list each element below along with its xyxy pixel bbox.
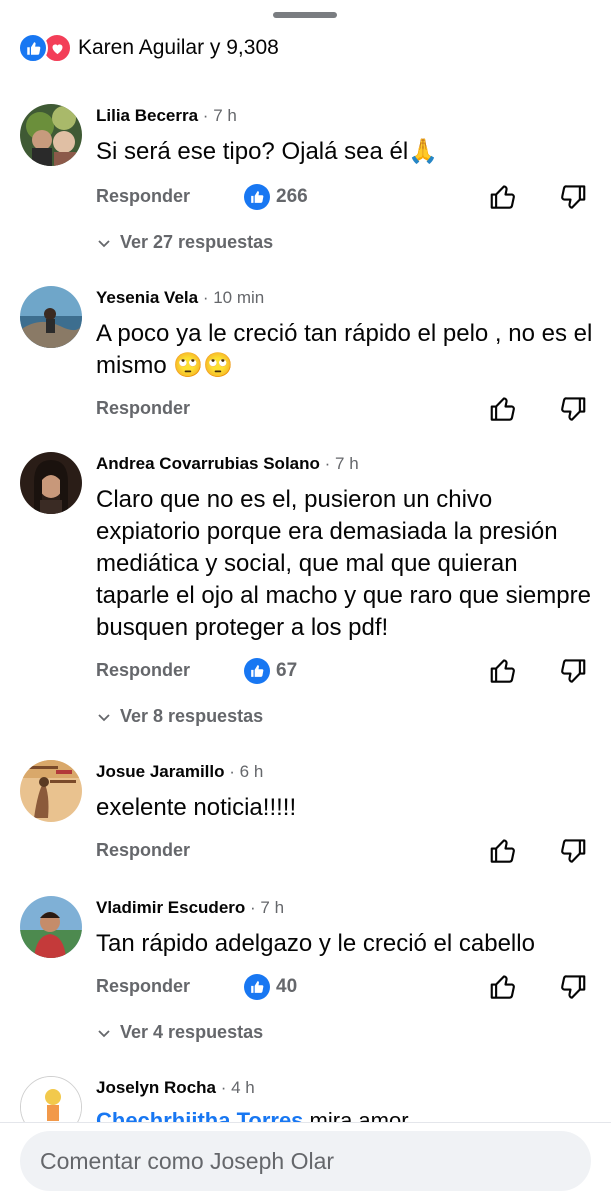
comment-time: 7 h bbox=[213, 106, 237, 125]
meta-separator: · bbox=[202, 106, 214, 125]
comment-input-placeholder: Comentar como Joseph Olar bbox=[40, 1147, 335, 1174]
comment-header: Andrea Covarrubias Solano · 7 h bbox=[96, 454, 359, 474]
comment-author[interactable]: Vladimir Escudero bbox=[96, 898, 245, 917]
like-icon bbox=[244, 658, 270, 684]
comment-author[interactable]: Lilia Becerra bbox=[96, 106, 198, 125]
comment-header: Yesenia Vela · 10 min bbox=[96, 288, 264, 308]
thumbs-down-icon[interactable] bbox=[558, 836, 588, 866]
reply-button[interactable]: Responder bbox=[96, 398, 190, 419]
thumbs-down-icon[interactable] bbox=[558, 182, 588, 212]
like-count[interactable]: 67 bbox=[244, 658, 297, 684]
thumbs-down-icon[interactable] bbox=[558, 656, 588, 686]
like-count[interactable]: 266 bbox=[244, 184, 308, 210]
comment-text: exelente noticia!!!!! bbox=[96, 794, 297, 821]
comment-text: Si será ese tipo? Ojalá sea él🙏 bbox=[96, 138, 439, 165]
like-count-number: 40 bbox=[276, 976, 298, 997]
comment-actions: Responder 266 bbox=[96, 184, 596, 214]
like-icon bbox=[18, 33, 48, 63]
comment-header: Josue Jaramillo · 6 h bbox=[96, 762, 263, 782]
view-replies-label: Ver 4 respuestas bbox=[120, 1022, 264, 1042]
comment-header: Lilia Becerra · 7 h bbox=[96, 106, 237, 126]
comment-time: 4 h bbox=[231, 1078, 255, 1097]
comment-time: 7 h bbox=[260, 898, 285, 917]
comment-actions: Responder bbox=[96, 396, 596, 426]
meta-separator: · bbox=[202, 288, 214, 307]
chevron-down-icon bbox=[98, 239, 110, 247]
meta-separator: · bbox=[250, 898, 261, 917]
comment-actions: Responder 67 bbox=[96, 658, 596, 688]
reactions-summary[interactable]: Karen Aguilar y 9,308 bbox=[18, 32, 279, 64]
thumbs-up-icon[interactable] bbox=[488, 394, 518, 424]
thumbs-up-icon[interactable] bbox=[488, 836, 518, 866]
comment-time: 6 h bbox=[239, 762, 264, 781]
reply-button[interactable]: Responder bbox=[96, 186, 190, 207]
meta-separator: · bbox=[220, 1078, 232, 1097]
comment-time: 7 h bbox=[335, 454, 359, 473]
comment-actions: Responder 40 bbox=[96, 974, 596, 1004]
comment-author[interactable]: Yesenia Vela bbox=[96, 288, 198, 307]
like-icon bbox=[244, 974, 270, 1000]
comment-text: A poco ya le creció tan rápido el pelo ,… bbox=[96, 320, 593, 379]
view-replies-link[interactable]: Ver 8 respuestas bbox=[96, 706, 263, 727]
comments-sheet: Karen Aguilar y 9,308 Lilia Becerra · 7 … bbox=[0, 0, 611, 1200]
like-count-number: 266 bbox=[276, 186, 308, 207]
comment-header: Vladimir Escudero · 7 h bbox=[96, 898, 284, 918]
avatar[interactable] bbox=[20, 760, 82, 822]
thumbs-up-icon[interactable] bbox=[488, 972, 518, 1002]
comment-author[interactable]: Joselyn Rocha bbox=[96, 1078, 216, 1097]
comment-composer-bar: Comentar como Joseph Olar bbox=[0, 1122, 611, 1200]
comment-text: Claro que no es el, pusieron un chivo ex… bbox=[96, 486, 591, 641]
avatar[interactable] bbox=[20, 104, 82, 166]
view-replies-link[interactable]: Ver 4 respuestas bbox=[96, 1022, 263, 1043]
reply-button[interactable]: Responder bbox=[96, 660, 190, 681]
comment-header: Joselyn Rocha · 4 h bbox=[96, 1078, 255, 1098]
avatar[interactable] bbox=[20, 896, 82, 958]
like-icon bbox=[244, 184, 270, 210]
comment-actions: Responder bbox=[96, 838, 596, 868]
sheet-drag-handle[interactable] bbox=[273, 12, 337, 18]
thumbs-down-icon[interactable] bbox=[558, 972, 588, 1002]
meta-separator: · bbox=[229, 762, 240, 781]
thumbs-up-icon[interactable] bbox=[488, 656, 518, 686]
view-replies-label: Ver 8 respuestas bbox=[120, 706, 264, 726]
avatar[interactable] bbox=[20, 286, 82, 348]
comment-author[interactable]: Andrea Covarrubias Solano bbox=[96, 454, 320, 473]
view-replies-link[interactable]: Ver 27 respuestas bbox=[96, 232, 273, 253]
like-count-number: 67 bbox=[276, 660, 298, 681]
reply-button[interactable]: Responder bbox=[96, 840, 190, 861]
thumbs-down-icon[interactable] bbox=[558, 394, 588, 424]
like-count[interactable]: 40 bbox=[244, 974, 297, 1000]
reply-button[interactable]: Responder bbox=[96, 976, 190, 997]
avatar[interactable] bbox=[20, 452, 82, 514]
comment-text: Tan rápido adelgazo y le creció el cabel… bbox=[96, 930, 535, 957]
comment-input[interactable]: Comentar como Joseph Olar bbox=[20, 1131, 591, 1191]
meta-separator: · bbox=[324, 454, 336, 473]
view-replies-label: Ver 27 respuestas bbox=[120, 232, 274, 252]
chevron-down-icon bbox=[98, 713, 110, 721]
chevron-down-icon bbox=[98, 1029, 110, 1037]
comment-author[interactable]: Josue Jaramillo bbox=[96, 762, 225, 781]
comment-time: 10 min bbox=[213, 288, 265, 307]
thumbs-up-icon[interactable] bbox=[488, 182, 518, 212]
reactions-count-text: Karen Aguilar y 9,308 bbox=[78, 36, 279, 59]
